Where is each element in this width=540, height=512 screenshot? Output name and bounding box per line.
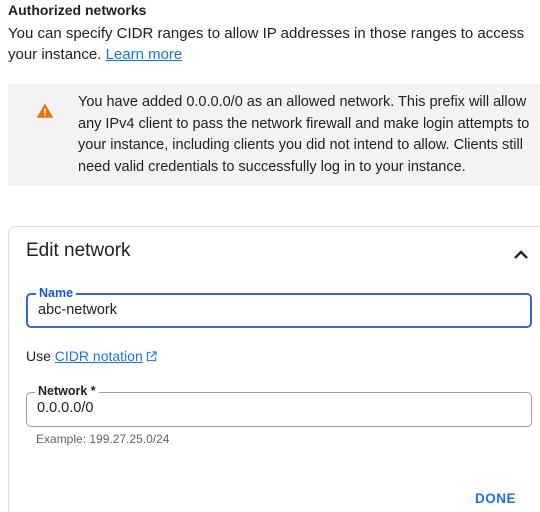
cidr-hint: Use CIDR notation xyxy=(26,348,157,364)
authorized-networks-panel: Authorized networks You can specify CIDR… xyxy=(0,0,540,512)
name-field-value[interactable]: abc-network xyxy=(38,302,117,318)
edit-network-card: Edit network Name abc-network Use CIDR n… xyxy=(8,226,540,512)
learn-more-link[interactable]: Learn more xyxy=(106,46,183,63)
chevron-up-icon xyxy=(514,250,528,259)
done-button[interactable]: DONE xyxy=(475,491,516,506)
network-field-value[interactable]: 0.0.0.0/0 xyxy=(37,400,93,416)
warning-text: You have added 0.0.0.0/0 as an allowed n… xyxy=(78,94,530,175)
network-field-label: Network * xyxy=(35,383,99,399)
warning-icon xyxy=(36,103,54,118)
section-title: Authorized networks xyxy=(8,2,147,18)
card-title: Edit network xyxy=(26,240,131,261)
name-field[interactable]: Name abc-network xyxy=(26,285,532,328)
open-in-new-icon[interactable] xyxy=(146,351,157,362)
network-field[interactable]: Network * 0.0.0.0/0 xyxy=(26,383,532,427)
cidr-notation-link[interactable]: CIDR notation xyxy=(55,348,143,364)
collapse-button[interactable] xyxy=(509,243,533,267)
cidr-hint-prefix: Use xyxy=(26,348,51,364)
section-description-text: You can specify CIDR ranges to allow IP … xyxy=(8,25,525,63)
section-description: You can specify CIDR ranges to allow IP … xyxy=(8,23,528,65)
name-field-label: Name xyxy=(36,285,77,301)
network-helper-text: Example: 199.27.25.0/24 xyxy=(36,432,170,446)
warning-banner: You have added 0.0.0.0/0 as an allowed n… xyxy=(8,84,540,186)
